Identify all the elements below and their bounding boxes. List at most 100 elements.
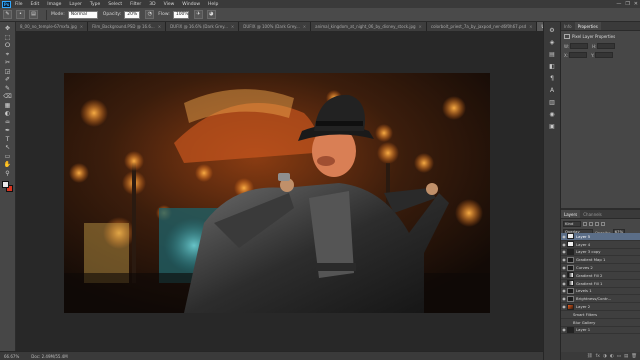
close-tab-icon[interactable]: × (231, 22, 234, 31)
layer-row[interactable]: ◉ Levels 1 (561, 287, 640, 296)
layer-row[interactable]: ◉ Layer 4 (561, 241, 640, 249)
layer-row[interactable]: ◉ Layer 3 copy (561, 248, 640, 257)
mode-select[interactable]: Normal (67, 10, 98, 19)
layer-row[interactable]: ◉ Gradient Fill 1 (561, 280, 640, 288)
panel-icon-2[interactable]: ▤ (547, 50, 557, 59)
menu-item-window[interactable]: Window (182, 2, 200, 7)
tool-16-icon[interactable]: ✋ (2, 161, 14, 170)
panel-icon-1[interactable]: ◈ (547, 38, 557, 47)
document-tab[interactable]: Film_Background.PSD @ 16.6... × (88, 22, 167, 31)
layers-footer-icon-3[interactable]: ◐ (610, 354, 614, 359)
filter-type-icon[interactable] (595, 222, 599, 226)
width-field[interactable]: W: (564, 43, 589, 49)
filter-adjustment-icon[interactable] (589, 222, 593, 226)
layer-row[interactable]: ◉ Gradient Fill 2 (561, 272, 640, 280)
panel-icon-4[interactable]: ¶ (547, 74, 557, 83)
layer-row[interactable]: ◉ Curves 2 (561, 264, 640, 272)
tool-10-icon[interactable]: ◐ (2, 110, 14, 119)
menu-item-file[interactable]: File (15, 2, 23, 7)
tool-5-icon[interactable]: ◲ (2, 68, 14, 77)
color-swatches[interactable] (1, 181, 14, 193)
panel-icon-5[interactable]: A (547, 86, 557, 95)
menu-item-layer[interactable]: Layer (69, 2, 82, 7)
panel-icon-7[interactable]: ◉ (547, 110, 557, 119)
menu-item-edit[interactable]: Edit (31, 2, 40, 7)
document-tab[interactable]: DUFIX @ 100% (Dark Grey... × (239, 22, 312, 31)
menu-item-help[interactable]: Help (208, 2, 218, 7)
y-field[interactable]: Y: (591, 52, 614, 58)
tool-14-icon[interactable]: ↖ (2, 144, 14, 153)
tool-9-icon[interactable]: ▦ (2, 102, 14, 111)
tab-channels[interactable]: Channels (580, 210, 605, 218)
close-tab-icon[interactable]: × (419, 22, 422, 31)
tab-layers[interactable]: Layers (561, 210, 581, 218)
restore-icon[interactable]: ❐ (625, 1, 629, 7)
pressure-size-icon[interactable]: ◕ (206, 10, 216, 19)
x-field[interactable]: X: (564, 52, 588, 58)
brush-tool-preset-icon[interactable]: ✎ (3, 10, 12, 19)
layer-row[interactable]: ◉ Brightness/Contr... (561, 295, 640, 304)
foreground-color-swatch[interactable] (1, 181, 9, 188)
layer-row[interactable]: ◉ Layer 2 (561, 303, 640, 311)
canvas-area[interactable] (16, 31, 543, 351)
height-field[interactable]: H: (592, 43, 616, 49)
tool-1-icon[interactable]: ⬚ (2, 34, 14, 43)
x-value[interactable] (569, 52, 588, 58)
close-tab-icon[interactable]: × (529, 22, 532, 31)
panel-icon-0[interactable]: ⚙ (547, 26, 557, 35)
height-value[interactable] (597, 43, 616, 49)
layer-row[interactable]: ◉ Gradient Map 1 (561, 256, 640, 265)
menu-item-type[interactable]: Type (90, 2, 100, 7)
menu-item-view[interactable]: View (164, 2, 175, 7)
tool-2-icon[interactable]: ⵔ (2, 42, 14, 51)
document-tab[interactable]: DUFIX @ 16.6% (Dark Grey... × (166, 22, 240, 31)
minimize-icon[interactable]: — (616, 1, 621, 7)
airbrush-icon[interactable]: ✈ (193, 10, 203, 19)
tool-4-icon[interactable]: ✂ (2, 59, 14, 68)
brush-panel-icon[interactable]: ▤ (29, 10, 38, 19)
tool-13-icon[interactable]: T (2, 136, 14, 145)
close-icon[interactable]: ✕ (634, 1, 638, 7)
tool-8-icon[interactable]: ⌫ (2, 93, 14, 102)
layers-footer-icon-4[interactable]: ▭ (617, 354, 621, 359)
document-tab[interactable]: animal_kingdom_at_night_06_by_disney_sto… (311, 22, 427, 31)
menu-item-image[interactable]: Image (47, 2, 61, 7)
layer-row[interactable]: Smart Filters (561, 311, 640, 319)
close-tab-icon[interactable]: × (303, 22, 306, 31)
menu-item-3d[interactable]: 3D (149, 2, 155, 7)
width-value[interactable] (570, 43, 589, 49)
filter-pixel-icon[interactable] (583, 222, 587, 226)
layers-footer-icon-1[interactable]: fx (596, 354, 600, 359)
layers-footer-icon-6[interactable]: 🗑 (631, 354, 637, 359)
tool-6-icon[interactable]: ✐ (2, 76, 14, 85)
panel-icon-6[interactable]: ▥ (547, 98, 557, 107)
layers-footer-icon-2[interactable]: ◑ (603, 354, 607, 359)
tool-7-icon[interactable]: ✎ (2, 85, 14, 94)
layers-footer-icon-5[interactable]: ▤ (624, 354, 628, 359)
tool-0-icon[interactable]: ✥ (2, 25, 14, 34)
layer-row[interactable]: ◉ Layer 1 (561, 326, 640, 335)
flow-field[interactable]: 100% (172, 10, 189, 19)
close-tab-icon[interactable]: × (158, 22, 161, 31)
y-value[interactable] (595, 52, 614, 58)
zoom-level[interactable]: 66.67% (4, 354, 19, 359)
kind-filter-select[interactable]: Kind (563, 221, 581, 227)
brush-size-icon[interactable]: • (16, 10, 25, 19)
tab-properties[interactable]: Properties (574, 22, 601, 30)
tool-12-icon[interactable]: ✒ (2, 127, 14, 136)
tool-15-icon[interactable]: ▭ (2, 153, 14, 162)
document-tab[interactable]: colorbolt_priest_7a_by_jaxpod_ner-d6f0h6… (426, 22, 538, 31)
panel-icon-8[interactable]: ▣ (547, 122, 557, 131)
tool-17-icon[interactable]: ⚲ (2, 170, 14, 179)
tool-11-icon[interactable]: ♒ (2, 119, 14, 128)
opacity-field[interactable]: 20% (124, 10, 141, 19)
layers-footer-icon-0[interactable]: ⛓ (587, 354, 593, 359)
tool-3-icon[interactable]: ⌖ (2, 51, 14, 60)
close-tab-icon[interactable]: × (80, 22, 83, 31)
menu-item-select[interactable]: Select (108, 2, 122, 7)
layer-row[interactable]: Blur Gallery (561, 319, 640, 327)
filter-shape-icon[interactable] (601, 222, 605, 226)
tab-info[interactable]: Info (561, 22, 575, 30)
layer-row[interactable]: ◉ Layer 5 (561, 233, 640, 241)
artwork-image[interactable] (64, 73, 490, 313)
